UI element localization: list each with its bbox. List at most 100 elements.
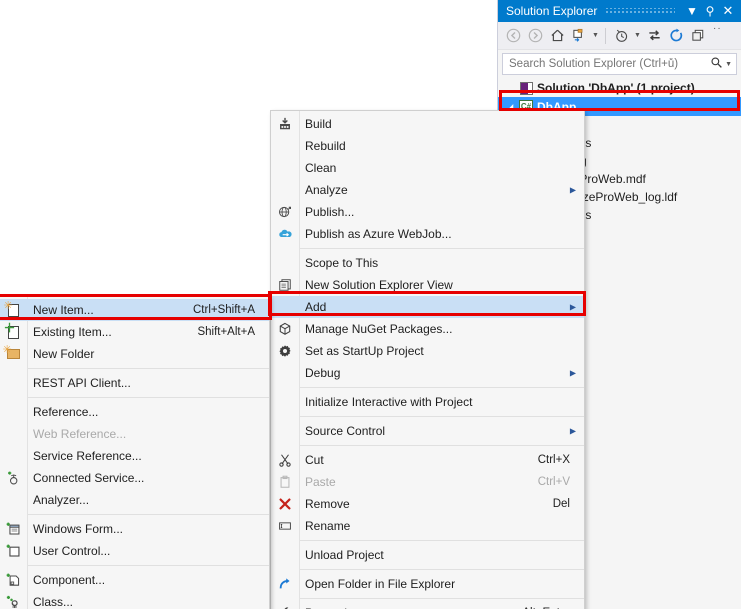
menu-item-label: Connected Service... xyxy=(33,471,145,485)
menu-item-label: New Solution Explorer View xyxy=(305,278,453,292)
menu-item-add[interactable]: Add ▶ xyxy=(271,296,584,318)
menu-item-properties[interactable]: Properties Alt+Enter xyxy=(271,602,584,609)
toolbar-separator xyxy=(605,27,606,44)
forward-icon[interactable] xyxy=(524,25,546,47)
tree-item-label: Solution 'DbApp' (1 project) xyxy=(537,81,695,95)
menu-item-label: Add xyxy=(305,300,327,314)
menu-item-publish-azure-webjob[interactable]: Publish as Azure WebJob... xyxy=(271,223,584,245)
tree-item-solution[interactable]: Solution 'DbApp' (1 project) xyxy=(498,79,741,97)
menu-item-class[interactable]: Class... xyxy=(0,591,269,609)
connected-service-icon xyxy=(0,471,27,486)
menu-item-label: Manage NuGet Packages... xyxy=(305,322,453,336)
sync-with-active-document-icon[interactable] xyxy=(568,25,590,47)
menu-item-service-reference[interactable]: Service Reference... xyxy=(0,445,269,467)
menu-item-new-item[interactable]: ✳ New Item... Ctrl+Shift+A xyxy=(0,299,269,321)
menu-item-connected-service[interactable]: Connected Service... xyxy=(0,467,269,489)
submenu-arrow-icon: ▶ xyxy=(569,426,576,436)
menu-separator xyxy=(299,387,584,388)
menu-item-rebuild[interactable]: Rebuild xyxy=(271,135,584,157)
menu-item-accel: Del xyxy=(552,498,570,510)
menu-item-windows-form[interactable]: Windows Form... xyxy=(0,518,269,540)
menu-separator xyxy=(27,368,269,369)
menu-item-source-control[interactable]: Source Control ▶ xyxy=(271,420,584,442)
menu-item-existing-item[interactable]: ＋ Existing Item... Shift+Alt+A xyxy=(0,321,269,343)
menu-item-accel: Ctrl+Shift+A xyxy=(193,304,255,316)
menu-item-label: Web Reference... xyxy=(33,427,127,441)
menu-item-user-control[interactable]: User Control... xyxy=(0,540,269,562)
new-folder-icon: ✳ xyxy=(0,344,27,359)
home-icon[interactable] xyxy=(546,25,568,47)
search-box[interactable]: ▼ xyxy=(502,53,737,75)
menu-item-label: Paste xyxy=(305,475,336,489)
menu-item-label: Analyzer... xyxy=(33,493,90,507)
build-icon xyxy=(271,117,299,131)
solution-explorer-toolbar: ▼ ▼ ·· xyxy=(498,22,741,50)
refresh-icon[interactable] xyxy=(665,25,687,47)
menu-item-paste: Paste Ctrl+V xyxy=(271,471,584,493)
submenu-arrow-icon: ▶ xyxy=(569,302,576,312)
menu-item-label: Scope to This xyxy=(305,256,379,270)
menu-item-debug[interactable]: Debug ▶ xyxy=(271,362,584,384)
menu-item-scope-to-this[interactable]: Scope to This xyxy=(271,252,584,274)
menu-item-label: Build xyxy=(305,117,332,131)
menu-item-publish[interactable]: Publish... xyxy=(271,201,584,223)
menu-item-manage-nuget-packages[interactable]: Manage NuGet Packages... xyxy=(271,318,584,340)
nuget-icon xyxy=(271,322,299,336)
filter-dropdown-caret[interactable]: ▼ xyxy=(632,25,643,47)
menu-item-clean[interactable]: Clean xyxy=(271,157,584,179)
menu-item-label: Rename xyxy=(305,519,351,533)
menu-item-label: Publish... xyxy=(305,205,355,219)
menu-item-open-folder-in-file-explorer[interactable]: Open Folder in File Explorer xyxy=(271,573,584,595)
pin-icon[interactable]: ⚲ xyxy=(701,1,719,21)
menu-item-label: Class... xyxy=(33,595,74,609)
search-input[interactable] xyxy=(507,57,711,71)
titlebar-drag-grip[interactable] xyxy=(605,8,675,14)
menu-separator xyxy=(299,248,584,249)
menu-item-label: User Control... xyxy=(33,544,111,558)
show-all-files-icon[interactable] xyxy=(643,25,665,47)
menu-item-label: Initialize Interactive with Project xyxy=(305,395,473,409)
menu-item-component[interactable]: Component... xyxy=(0,569,269,591)
menu-item-rename[interactable]: Rename xyxy=(271,515,584,537)
rename-icon xyxy=(271,519,299,533)
menu-item-new-solution-explorer-view[interactable]: New Solution Explorer View xyxy=(271,274,584,296)
menu-item-unload-project[interactable]: Unload Project xyxy=(271,544,584,566)
class-icon xyxy=(0,595,27,609)
menu-item-initialize-interactive-with-project[interactable]: Initialize Interactive with Project xyxy=(271,391,584,413)
close-icon[interactable]: ✕ xyxy=(719,1,737,21)
collapse-all-icon[interactable] xyxy=(687,25,709,47)
menu-item-remove[interactable]: Remove Del xyxy=(271,493,584,515)
menu-item-build[interactable]: Build xyxy=(271,113,584,135)
menu-item-label: Cut xyxy=(305,453,324,467)
menu-separator xyxy=(299,540,584,541)
sync-dropdown-caret[interactable]: ▼ xyxy=(590,25,601,47)
azure-cloud-icon xyxy=(271,227,299,242)
menu-separator xyxy=(299,416,584,417)
pending-changes-filter-icon[interactable] xyxy=(610,25,632,47)
menu-item-analyze[interactable]: Analyze ▶ xyxy=(271,179,584,201)
menu-item-label: Service Reference... xyxy=(33,449,142,463)
menu-item-label: Clean xyxy=(305,161,337,175)
search-icon[interactable] xyxy=(710,56,723,72)
menu-item-rest-api-client[interactable]: REST API Client... xyxy=(0,372,269,394)
search-dropdown-caret[interactable]: ▼ xyxy=(725,61,732,68)
menu-separator xyxy=(299,598,584,599)
menu-item-analyzer[interactable]: Analyzer... xyxy=(0,489,269,511)
menu-item-cut[interactable]: Cut Ctrl+X xyxy=(271,449,584,471)
menu-item-label: New Item... xyxy=(33,303,94,317)
menu-item-set-as-startup-project[interactable]: Set as StartUp Project xyxy=(271,340,584,362)
menu-item-accel: Shift+Alt+A xyxy=(197,326,255,338)
menu-item-new-folder[interactable]: ✳ New Folder xyxy=(0,343,269,365)
menu-separator xyxy=(299,445,584,446)
menu-item-label: Source Control xyxy=(305,424,386,438)
toolbar-overflow-icon[interactable]: ·· xyxy=(713,22,722,34)
menu-item-reference[interactable]: Reference... xyxy=(0,401,269,423)
menu-item-label: Remove xyxy=(305,497,350,511)
back-icon[interactable] xyxy=(502,25,524,47)
menu-item-label: Analyze xyxy=(305,183,348,197)
submenu-arrow-icon: ▶ xyxy=(569,185,576,195)
panel-dropdown-icon[interactable]: ▼ xyxy=(683,1,701,21)
menu-item-web-reference: Web Reference... xyxy=(0,423,269,445)
menu-separator xyxy=(27,514,269,515)
menu-item-label: Publish as Azure WebJob... xyxy=(305,227,452,241)
